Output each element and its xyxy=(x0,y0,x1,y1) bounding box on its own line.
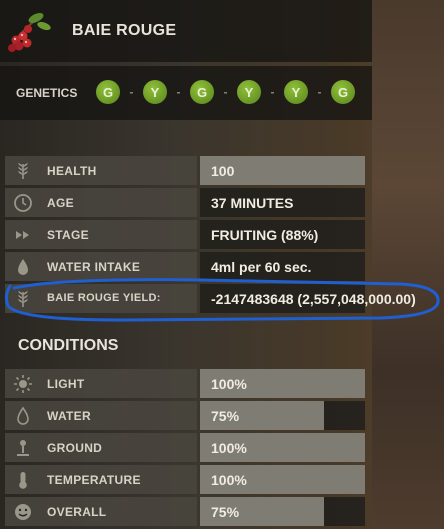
genetics-label: GENETICS xyxy=(16,86,78,100)
condition-row-temperature: TEMPERATURE 100% xyxy=(5,465,365,494)
condition-value-light: 100% xyxy=(211,376,247,392)
condition-row-water: WATER 75% xyxy=(5,401,365,430)
stat-value-health: 100 xyxy=(211,163,235,179)
plant-header: BAIE ROUGE xyxy=(0,0,372,62)
condition-label-overall: OVERALL xyxy=(47,505,107,519)
stat-label-water-intake: WATER INTAKE xyxy=(47,260,141,274)
stat-label-health: HEALTH xyxy=(47,164,97,178)
condition-value-water: 75% xyxy=(211,408,240,424)
gene-separator: - xyxy=(223,85,228,99)
plant-title: BAIE ROUGE xyxy=(72,22,177,39)
stat-label-age: AGE xyxy=(47,196,74,210)
gene-slot-6[interactable]: G xyxy=(331,80,355,104)
stat-value-age: 37 MINUTES xyxy=(211,195,294,211)
stat-value-yield: -2147483648 (2,557,048,000.00) xyxy=(211,291,416,307)
stat-row-health: HEALTH 100 xyxy=(5,156,365,185)
world-background xyxy=(372,0,444,529)
sun-icon xyxy=(14,375,32,393)
gene-slot-1[interactable]: G xyxy=(96,80,120,104)
condition-value-overall: 75% xyxy=(211,504,240,520)
gene-slot-4[interactable]: Y xyxy=(237,80,261,104)
stat-row-yield: BAIE ROUGE YIELD: -2147483648 (2,557,048… xyxy=(5,284,416,313)
gene-separator: - xyxy=(270,85,275,99)
condition-label-water: WATER xyxy=(47,409,91,423)
stat-row-stage: STAGE FRUITING (88%) xyxy=(5,220,365,249)
smiley-icon xyxy=(15,504,31,520)
stat-value-stage: FRUITING (88%) xyxy=(211,227,319,243)
water-drop-icon xyxy=(18,259,28,275)
gene-separator: - xyxy=(129,85,134,99)
gene-separator: - xyxy=(176,85,181,99)
stat-row-water-intake: WATER INTAKE 4ml per 60 sec. xyxy=(5,252,365,281)
conditions-title: CONDITIONS xyxy=(18,337,119,354)
condition-row-overall: OVERALL 75% xyxy=(5,497,365,526)
condition-label-temperature: TEMPERATURE xyxy=(47,473,141,487)
condition-label-ground: GROUND xyxy=(47,441,103,455)
condition-row-ground: GROUND 100% xyxy=(5,433,365,462)
condition-value-temperature: 100% xyxy=(211,472,247,488)
gene-row: G - Y - G - Y - Y - G xyxy=(96,80,355,104)
gene-separator: - xyxy=(317,85,322,99)
gene-slot-2[interactable]: Y xyxy=(143,80,167,104)
stat-label-yield: BAIE ROUGE YIELD: xyxy=(47,292,161,304)
ground-probe-icon xyxy=(17,440,29,456)
gene-slot-3[interactable]: G xyxy=(190,80,214,104)
berry-plant-icon xyxy=(8,13,51,52)
genetics-panel: GENETICS G - Y - G - Y - Y - G xyxy=(0,66,372,120)
water-drop-icon xyxy=(17,406,29,425)
fast-forward-icon xyxy=(16,231,29,239)
stat-value-water-intake: 4ml per 60 sec. xyxy=(211,259,312,275)
wheat-icon xyxy=(18,163,28,179)
thermometer-icon xyxy=(19,472,27,489)
condition-value-ground: 100% xyxy=(211,440,247,456)
clock-icon xyxy=(14,194,32,212)
stat-label-stage: STAGE xyxy=(47,228,89,242)
stat-row-age: AGE 37 MINUTES xyxy=(5,188,365,217)
wheat-icon xyxy=(18,291,28,307)
condition-row-light: LIGHT 100% xyxy=(5,369,365,398)
condition-label-light: LIGHT xyxy=(47,377,85,391)
gene-slot-5[interactable]: Y xyxy=(284,80,308,104)
